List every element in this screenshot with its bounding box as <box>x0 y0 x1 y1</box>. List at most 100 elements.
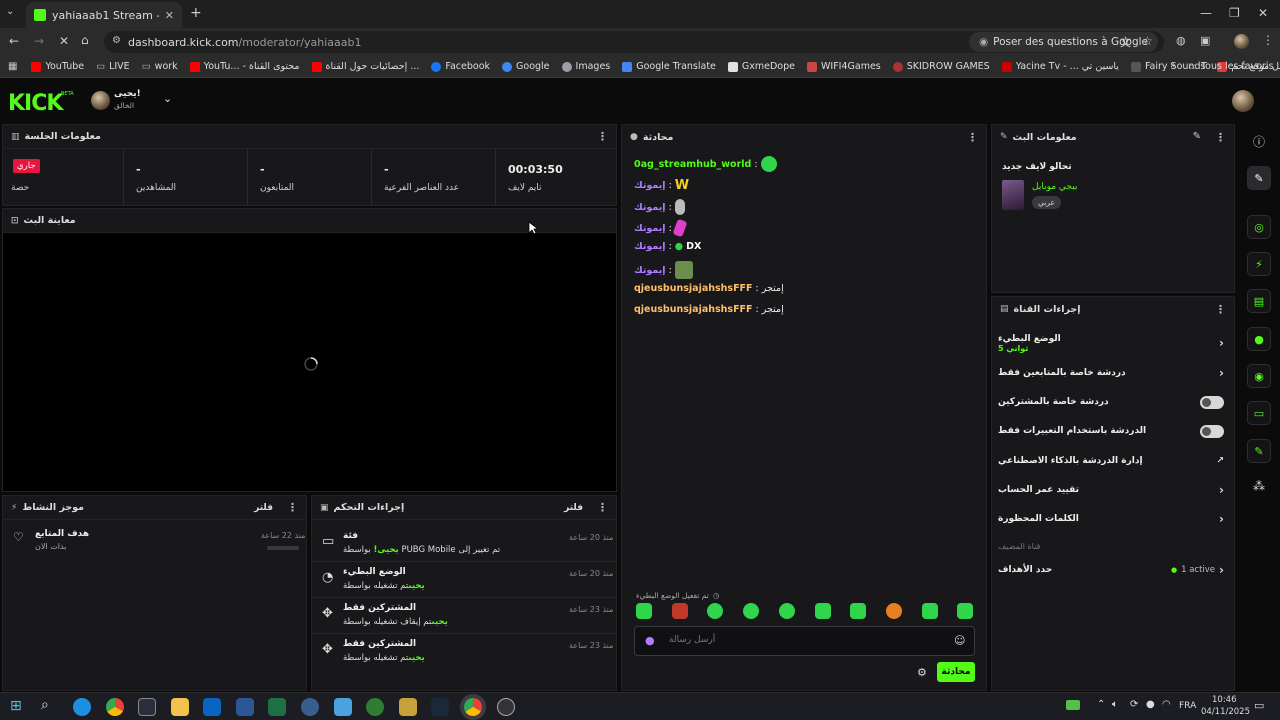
bookmark-star-icon[interactable]: ☆ <box>1142 34 1153 48</box>
apps-grid-icon[interactable]: ▦ <box>8 61 17 72</box>
bolt-icon[interactable]: ⚡ <box>1247 252 1271 276</box>
account-age-row[interactable]: تقييد عمر الحساب › <box>998 482 1224 498</box>
restore-icon[interactable]: ❐ <box>1229 6 1240 20</box>
broadcast-icon[interactable]: ◉ <box>1247 364 1271 388</box>
chat-input[interactable]: ● أرسل رسالة ☺ <box>634 626 975 656</box>
goals-row[interactable]: حدد الأهداف ● 1 active › <box>998 562 1224 578</box>
panel-menu-icon[interactable]: ⋮ <box>967 131 978 144</box>
emoji-picker-icon[interactable]: ☺ <box>954 634 965 647</box>
emote-quick-icon[interactable] <box>672 603 688 619</box>
chat-message[interactable]: qjeusbunsjajahshsFFF: إمتجر <box>634 283 784 294</box>
bookmark-item[interactable]: YouTube <box>31 61 84 72</box>
category-thumbnail[interactable] <box>1002 180 1024 210</box>
focus-icon[interactable]: ◎ <box>1247 215 1271 239</box>
apps-icon[interactable]: ⁂ <box>1253 479 1265 493</box>
extension-icon[interactable]: ◍ <box>1176 34 1186 47</box>
chat-username[interactable]: 0ag_streamhub_world <box>634 159 751 170</box>
bookmark-folder[interactable]: ▭ LIVE <box>96 61 130 72</box>
stream-category[interactable]: ببجي موبايل <box>1032 182 1077 192</box>
list-item[interactable]: ✥ المشتركين فقط يحيىتم تشغيله بواسطة منذ… <box>312 636 616 670</box>
forward-icon[interactable]: → <box>34 34 44 48</box>
chat-icon[interactable]: ● <box>1247 327 1271 351</box>
chat-username[interactable]: إيموتك <box>634 223 666 234</box>
chat-username[interactable]: إيموتك <box>634 202 666 213</box>
profile-avatar[interactable] <box>1234 34 1249 49</box>
list-item[interactable]: ♡ هدف المتابع بدات الان منذ 22 ساعة <box>3 524 306 558</box>
info-icon[interactable]: ⓘ <box>1253 133 1265 150</box>
window-close-icon[interactable]: ✕ <box>1258 6 1268 20</box>
channel-avatar[interactable] <box>91 91 110 110</box>
emote-quick-icon[interactable] <box>850 603 866 619</box>
windows-start-icon[interactable]: ⊞ <box>10 698 22 714</box>
more-bookmarks-icon[interactable]: » <box>1170 60 1176 71</box>
chat-username[interactable]: إيموتك <box>634 265 666 276</box>
emote-quick-icon[interactable] <box>779 603 795 619</box>
panel-menu-icon[interactable]: ⋮ <box>287 501 298 514</box>
chat-username[interactable]: إيموتك <box>634 180 666 191</box>
chat-message[interactable]: إيموتك: ● DX <box>634 241 701 252</box>
action-user[interactable]: يحيى <box>432 617 448 627</box>
document-icon[interactable]: ▤ <box>1247 289 1271 313</box>
panel-menu-icon[interactable]: ⋮ <box>597 130 608 143</box>
back-icon[interactable]: ← <box>9 34 19 48</box>
bookmark-item[interactable]: Images <box>561 61 610 72</box>
channel-switch-chevron-icon[interactable]: ⌄ <box>163 92 172 105</box>
panel-menu-icon[interactable]: ⋮ <box>597 501 608 514</box>
emote-quick-icon[interactable] <box>957 603 973 619</box>
chrome-icon[interactable] <box>106 698 124 716</box>
clock-date[interactable]: 04/11/2025 <box>1201 707 1250 717</box>
wifi-tray-icon[interactable]: ◠ <box>1162 699 1171 710</box>
steam-icon[interactable] <box>431 698 449 716</box>
bookmark-item[interactable]: YouTu... - محتوى القناة <box>189 61 300 72</box>
filter-button[interactable]: فلتر <box>254 503 273 513</box>
all-bookmarks-folder[interactable]: ▭ Tous les favoris <box>1188 61 1274 72</box>
edge-icon[interactable] <box>73 698 91 716</box>
tray-app-icon[interactable] <box>1066 700 1080 710</box>
tab-close-icon[interactable]: ✕ <box>165 9 174 22</box>
action-user[interactable]: يحيى <box>408 581 424 591</box>
search-icon[interactable]: ⌕ <box>41 697 49 713</box>
ai-moderation-row[interactable]: إدارة الدردشة بالذكاء الاصطناعي ↗ <box>998 453 1224 469</box>
excel-icon[interactable] <box>268 698 286 716</box>
chat-settings-icon[interactable]: ⚙ <box>917 666 927 679</box>
bookmark-item[interactable]: Google <box>502 61 550 72</box>
app-icon[interactable] <box>399 698 417 716</box>
bookmark-folder[interactable]: ▭ work <box>142 61 178 72</box>
emote-quick-icon[interactable] <box>886 603 902 619</box>
app-icon[interactable] <box>334 698 352 716</box>
minimize-icon[interactable]: — <box>1200 6 1212 20</box>
emotes-only-toggle[interactable] <box>1200 424 1224 438</box>
action-user[interactable]: يحيى <box>408 653 424 663</box>
list-item[interactable]: ✥ المشتركين فقط يحيىتم إيقاف تشغيله بواس… <box>312 600 616 634</box>
wrench-icon[interactable]: ✎ <box>1247 439 1271 463</box>
chat-message[interactable]: إيموتك: <box>634 261 693 279</box>
puzzle-icon[interactable]: ▣ <box>1200 34 1210 47</box>
banned-words-row[interactable]: الكلمات المحظورة › <box>998 511 1224 527</box>
chat-username[interactable]: qjeusbunsjajahshsFFF <box>634 283 753 294</box>
notification-icon[interactable]: ▭ <box>1254 699 1264 712</box>
speaker-tray-icon[interactable]: 🔈︎ <box>1112 699 1118 710</box>
emote-quick-icon[interactable] <box>922 603 938 619</box>
home-icon[interactable]: ⌂ <box>81 33 89 47</box>
clock-time[interactable]: 10:46 <box>1212 695 1237 705</box>
slow-mode-row[interactable]: الوضع البطيء 5 ثواني › <box>998 331 1224 355</box>
user-avatar[interactable] <box>1232 90 1254 112</box>
chat-message[interactable]: إيموتك: W <box>634 178 689 193</box>
action-user[interactable]: يحيى! <box>373 545 398 555</box>
bookmark-item[interactable]: إحصائيات حول القناة ... <box>311 61 419 72</box>
chrome-active-icon[interactable] <box>464 698 482 716</box>
panel-menu-icon[interactable]: ⋮ <box>1215 131 1226 144</box>
edit-icon[interactable]: ✎ <box>1193 131 1201 144</box>
bookmark-item[interactable]: SKIDROW GAMES <box>892 61 990 72</box>
chat-message[interactable]: qjeusbunsjajahshsFFF: إمتجر <box>634 304 784 315</box>
tab-search-icon[interactable]: ⌄ <box>6 6 14 17</box>
bookmark-item[interactable]: GxmeDope <box>727 61 795 72</box>
send-chat-button[interactable]: محادثة <box>937 662 975 682</box>
word-icon[interactable] <box>236 698 254 716</box>
emote-quick-icon[interactable] <box>707 603 723 619</box>
bookmark-item[interactable]: Google Translate <box>622 61 716 72</box>
followers-only-row[interactable]: دردشة خاصة بالمتابعين فقط › <box>998 365 1224 381</box>
kick-logo[interactable]: KICK <box>8 91 63 116</box>
bookmark-item[interactable]: Facebook <box>431 61 490 72</box>
language-indicator[interactable]: FRA <box>1179 701 1196 711</box>
